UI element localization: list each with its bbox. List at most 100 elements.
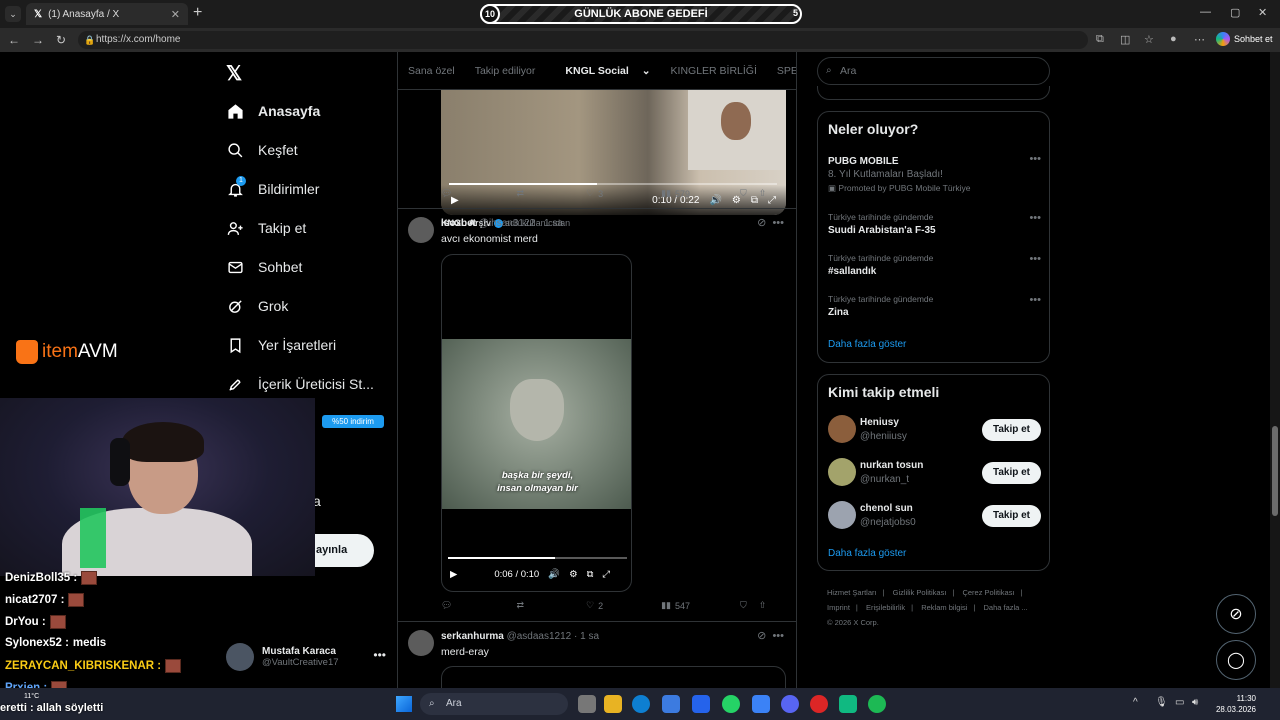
footer-link[interactable]: Hizmet Şartları (827, 588, 877, 597)
browser-tab[interactable]: 𝕏 (1) Anasayfa / X ✕ (26, 3, 188, 25)
trend-item[interactable]: PUBG MOBILE 8. Yıl Kutlamaları Başladı! … (828, 153, 1041, 194)
edge-icon[interactable] (632, 695, 650, 713)
media-preview[interactable] (441, 666, 786, 688)
obs-icon[interactable] (810, 695, 828, 713)
footer-link[interactable]: Gizlilik Politikası (893, 588, 947, 597)
maximize-icon[interactable]: ▢ (1230, 6, 1240, 19)
url-field[interactable]: 🔒 https://x.com/home (78, 31, 1088, 49)
avatar[interactable] (408, 217, 434, 243)
windows-start-icon[interactable] (396, 696, 412, 712)
back-icon[interactable]: ← (8, 33, 20, 47)
more-icon[interactable]: ••• (1029, 212, 1041, 224)
window-close-icon[interactable]: ✕ (1258, 6, 1267, 19)
app-icon[interactable] (839, 695, 857, 713)
spotify-icon[interactable] (868, 695, 886, 713)
tab-kngl-social[interactable]: KNGL Social ⌄ (545, 65, 660, 77)
reply-icon[interactable]: 💬︎ (441, 600, 452, 611)
tab-actions-icon[interactable]: ⌄ (5, 6, 21, 22)
tray-chevron-icon[interactable]: ^ (1133, 697, 1138, 708)
account-switcher[interactable]: Mustafa Karaca @VaultCreative17 ••• (226, 640, 386, 674)
follow-button[interactable]: Takip et (982, 462, 1041, 484)
like-button[interactable]: ♡ 3 (586, 188, 603, 199)
profile-icon[interactable]: ● (1170, 33, 1177, 45)
minimize-icon[interactable]: — (1200, 6, 1211, 18)
nav-item-grok[interactable]: Grok (226, 297, 288, 315)
reply-icon[interactable]: 💬︎ (441, 188, 452, 199)
clock[interactable]: 11:30 28.03.2026 (1206, 693, 1256, 715)
chat-icon[interactable]: ◯ (1216, 640, 1256, 680)
scrollbar-thumb[interactable] (1272, 426, 1278, 516)
footer-link[interactable]: Erişilebilirlik (866, 603, 905, 612)
file-explorer-icon[interactable] (604, 695, 622, 713)
whatsapp-icon[interactable] (722, 695, 740, 713)
more-icon[interactable]: ••• (1029, 294, 1041, 306)
nav-item-follow[interactable]: Takip et (226, 219, 306, 237)
store-icon[interactable] (662, 695, 680, 713)
follow-suggestion[interactable]: Heniusy @heniiusy Takip et (828, 415, 1041, 445)
page-scrollbar[interactable] (1270, 52, 1280, 688)
grok-icon[interactable]: ⊘ (1216, 594, 1256, 634)
reload-icon[interactable]: ↻ (56, 33, 66, 47)
grok-icon[interactable]: ⊘ (757, 217, 766, 229)
volume-icon[interactable]: 🔊︎ (1192, 697, 1198, 708)
like-button[interactable]: ♡ 2 (586, 600, 603, 611)
repost-icon[interactable]: ⇄ (516, 600, 524, 611)
more-icon[interactable]: ••• (772, 217, 784, 229)
trend-item[interactable]: Türkiye tarihinde gündemde Zina ••• (828, 294, 1041, 318)
tab-close-icon[interactable]: ✕ (171, 8, 180, 21)
share-icon[interactable]: ⇧ (759, 188, 767, 199)
nav-item-notifications[interactable]: 1 Bildirimler (226, 176, 319, 198)
nav-item-explore[interactable]: Keşfet (226, 141, 298, 159)
grok-icon[interactable]: ⊘ (757, 630, 766, 642)
trend-item[interactable]: Türkiye tarihinde gündemde #sallandık ••… (828, 253, 1041, 277)
mail-app-icon[interactable] (692, 695, 710, 713)
nav-item-home[interactable]: Anasayfa (226, 102, 320, 120)
nav-item-messages[interactable]: Sohbet (226, 258, 302, 276)
app-icon[interactable] (752, 695, 770, 713)
views-button[interactable]: ▮▮ 547 (661, 600, 690, 611)
tab-speed[interactable]: SPEED G (767, 65, 796, 77)
video-player[interactable]: başka bir şeydi, insan olmayan bir ▶ 0:0… (441, 254, 632, 592)
trend-item[interactable]: Türkiye tarihinde gündemde Suudi Arabist… (828, 212, 1041, 236)
avatar[interactable] (408, 630, 434, 656)
follow-button[interactable]: Takip et (982, 419, 1041, 441)
nav-item-bookmarks[interactable]: Yer İşaretleri (226, 336, 336, 354)
tab-for-you[interactable]: Sana özel (398, 65, 465, 77)
network-icon[interactable]: ▭ (1175, 697, 1184, 708)
video-progress[interactable] (448, 557, 627, 559)
footer-link[interactable]: Çerez Politikası (962, 588, 1014, 597)
pip-icon[interactable]: ⧉ (587, 569, 594, 580)
play-icon[interactable]: ▶ (450, 569, 457, 580)
repost-icon[interactable]: ⇄ (516, 188, 524, 199)
discord-icon[interactable] (781, 695, 799, 713)
share-icon[interactable]: ⇧ (759, 600, 767, 611)
show-more-link[interactable]: Daha fazla göster (828, 548, 906, 559)
fullscreen-icon[interactable]: ⤢ (602, 569, 610, 580)
more-icon[interactable]: ⋯ (1194, 33, 1205, 46)
tab-kingler-birligi[interactable]: KINGLER BİRLİĞİ (661, 65, 767, 77)
more-icon[interactable]: ••• (1029, 153, 1041, 165)
favorites-icon[interactable]: ☆ (1144, 33, 1154, 46)
weather-widget[interactable]: 11°C (24, 693, 39, 700)
more-icon[interactable]: ••• (1029, 253, 1041, 265)
forward-icon[interactable]: → (32, 33, 44, 47)
footer-link[interactable]: Reklam bilgisi (921, 603, 967, 612)
copilot-button[interactable]: Sohbet et (1216, 32, 1273, 46)
microphone-icon[interactable]: 🎙︎ (1155, 697, 1168, 708)
follow-button[interactable]: Takip et (982, 505, 1041, 527)
bookmark-icon[interactable]: ⛉ (740, 600, 747, 611)
more-icon[interactable]: ••• (772, 630, 784, 642)
search-input[interactable]: ⌕ Ara (817, 57, 1050, 85)
footer-link[interactable]: Daha fazla ... (984, 603, 1028, 612)
nav-item-creator-studio[interactable]: İçerik Üreticisi St... (226, 375, 374, 393)
extensions-icon[interactable]: ⧉ (1096, 33, 1104, 46)
taskbar-search[interactable]: ⌕ Ara (420, 693, 568, 715)
follow-suggestion[interactable]: chenol sun @nejatjobs0 Takip et (828, 501, 1041, 531)
follow-suggestion[interactable]: nurkan tosun @nurkan_t Takip et (828, 458, 1041, 488)
views-button[interactable]: ▮▮ 579 (661, 188, 690, 199)
bookmark-icon[interactable]: ⛉ (740, 188, 747, 199)
show-more-link[interactable]: Daha fazla göster (828, 339, 906, 350)
task-view-icon[interactable] (578, 695, 596, 713)
split-screen-icon[interactable]: ◫ (1120, 33, 1130, 46)
x-logo-icon[interactable]: 𝕏 (226, 61, 242, 86)
